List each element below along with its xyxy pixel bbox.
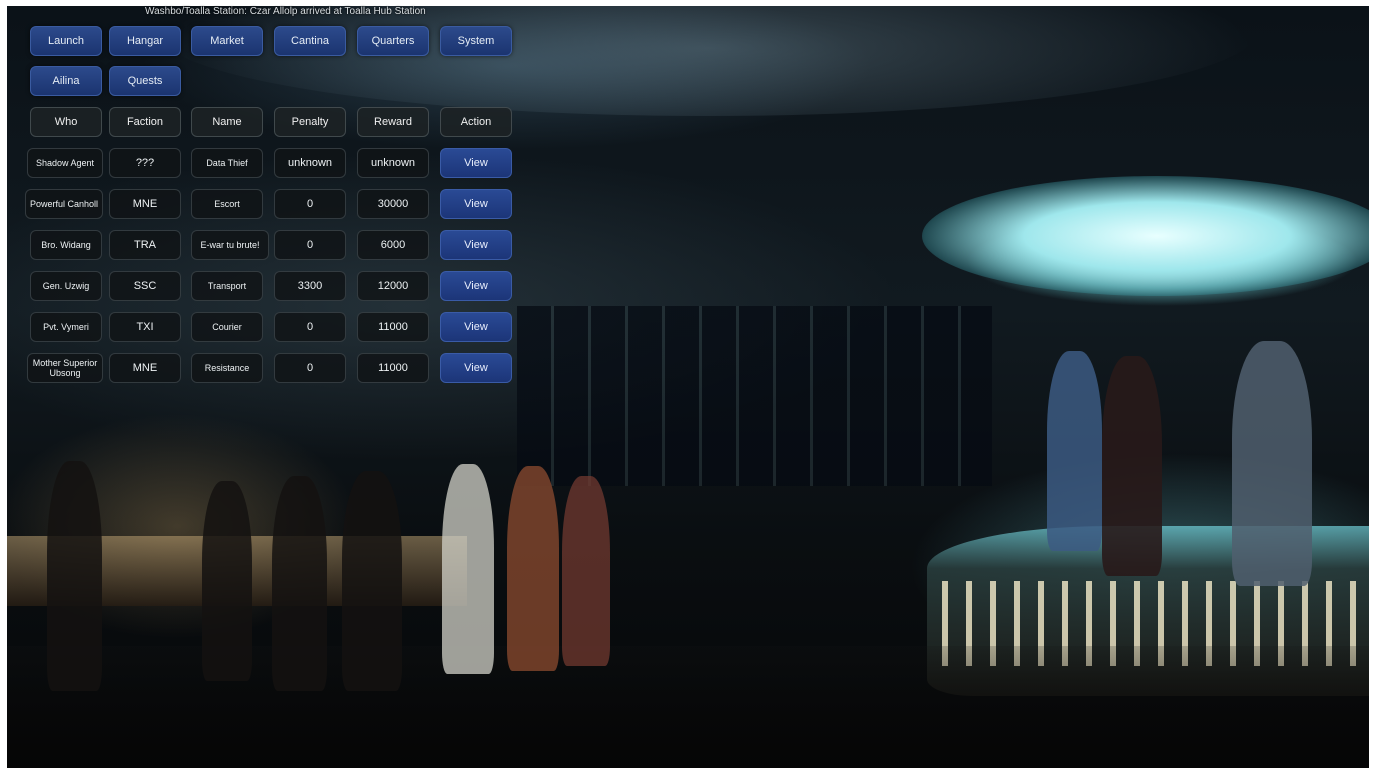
view-quest-button[interactable]: View [440,189,512,219]
column-header-who: Who [30,107,102,137]
hangar-button[interactable]: Hangar [109,26,181,56]
cantina-button[interactable]: Cantina [274,26,346,56]
quest-faction-cell: ??? [109,148,181,178]
quest-reward-cell: 30000 [357,189,429,219]
column-header-penalty: Penalty [274,107,346,137]
quest-reward-cell: 12000 [357,271,429,301]
quest-reward-cell: 11000 [357,312,429,342]
quest-name-cell: Data Thief [191,148,263,178]
quest-reward-cell: 6000 [357,230,429,260]
view-quest-button[interactable]: View [440,148,512,178]
system-button[interactable]: System [440,26,512,56]
launch-button[interactable]: Launch [30,26,102,56]
quests-button[interactable]: Quests [109,66,181,96]
view-quest-button[interactable]: View [440,271,512,301]
quest-name-cell: Resistance [191,353,263,383]
quest-penalty-cell: 0 [274,230,346,260]
quest-giver-cell: Shadow Agent [27,148,103,178]
view-quest-button[interactable]: View [440,353,512,383]
quest-faction-cell: MNE [109,353,181,383]
quest-giver-cell: Powerful Canholl [25,189,103,219]
column-header-name: Name [191,107,263,137]
column-header-faction: Faction [109,107,181,137]
quest-penalty-cell: unknown [274,148,346,178]
quest-penalty-cell: 3300 [274,271,346,301]
quest-faction-cell: SSC [109,271,181,301]
view-quest-button[interactable]: View [440,230,512,260]
quest-name-cell: Escort [191,189,263,219]
quest-penalty-cell: 0 [274,312,346,342]
column-header-reward: Reward [357,107,429,137]
quest-penalty-cell: 0 [274,189,346,219]
quest-name-cell: Transport [191,271,263,301]
view-quest-button[interactable]: View [440,312,512,342]
quest-faction-cell: MNE [109,189,181,219]
quest-reward-cell: unknown [357,148,429,178]
quest-giver-cell: Mother Superior Ubsong [27,353,103,383]
ailina-button[interactable]: Ailina [30,66,102,96]
quest-giver-cell: Gen. Uzwig [30,271,102,301]
quest-giver-cell: Pvt. Vymeri [30,312,102,342]
quarters-button[interactable]: Quarters [357,26,429,56]
quest-name-cell: Courier [191,312,263,342]
quest-penalty-cell: 0 [274,353,346,383]
quest-reward-cell: 11000 [357,353,429,383]
cantina-hud: Washbo/Toalla Station: Czar Allolp arriv… [0,0,1383,773]
quest-faction-cell: TRA [109,230,181,260]
quest-faction-cell: TXI [109,312,181,342]
quest-giver-cell: Bro. Widang [30,230,102,260]
column-header-action: Action [440,107,512,137]
status-message: Washbo/Toalla Station: Czar Allolp arriv… [145,6,426,17]
market-button[interactable]: Market [191,26,263,56]
quest-name-cell: E-war tu brute! [191,230,269,260]
